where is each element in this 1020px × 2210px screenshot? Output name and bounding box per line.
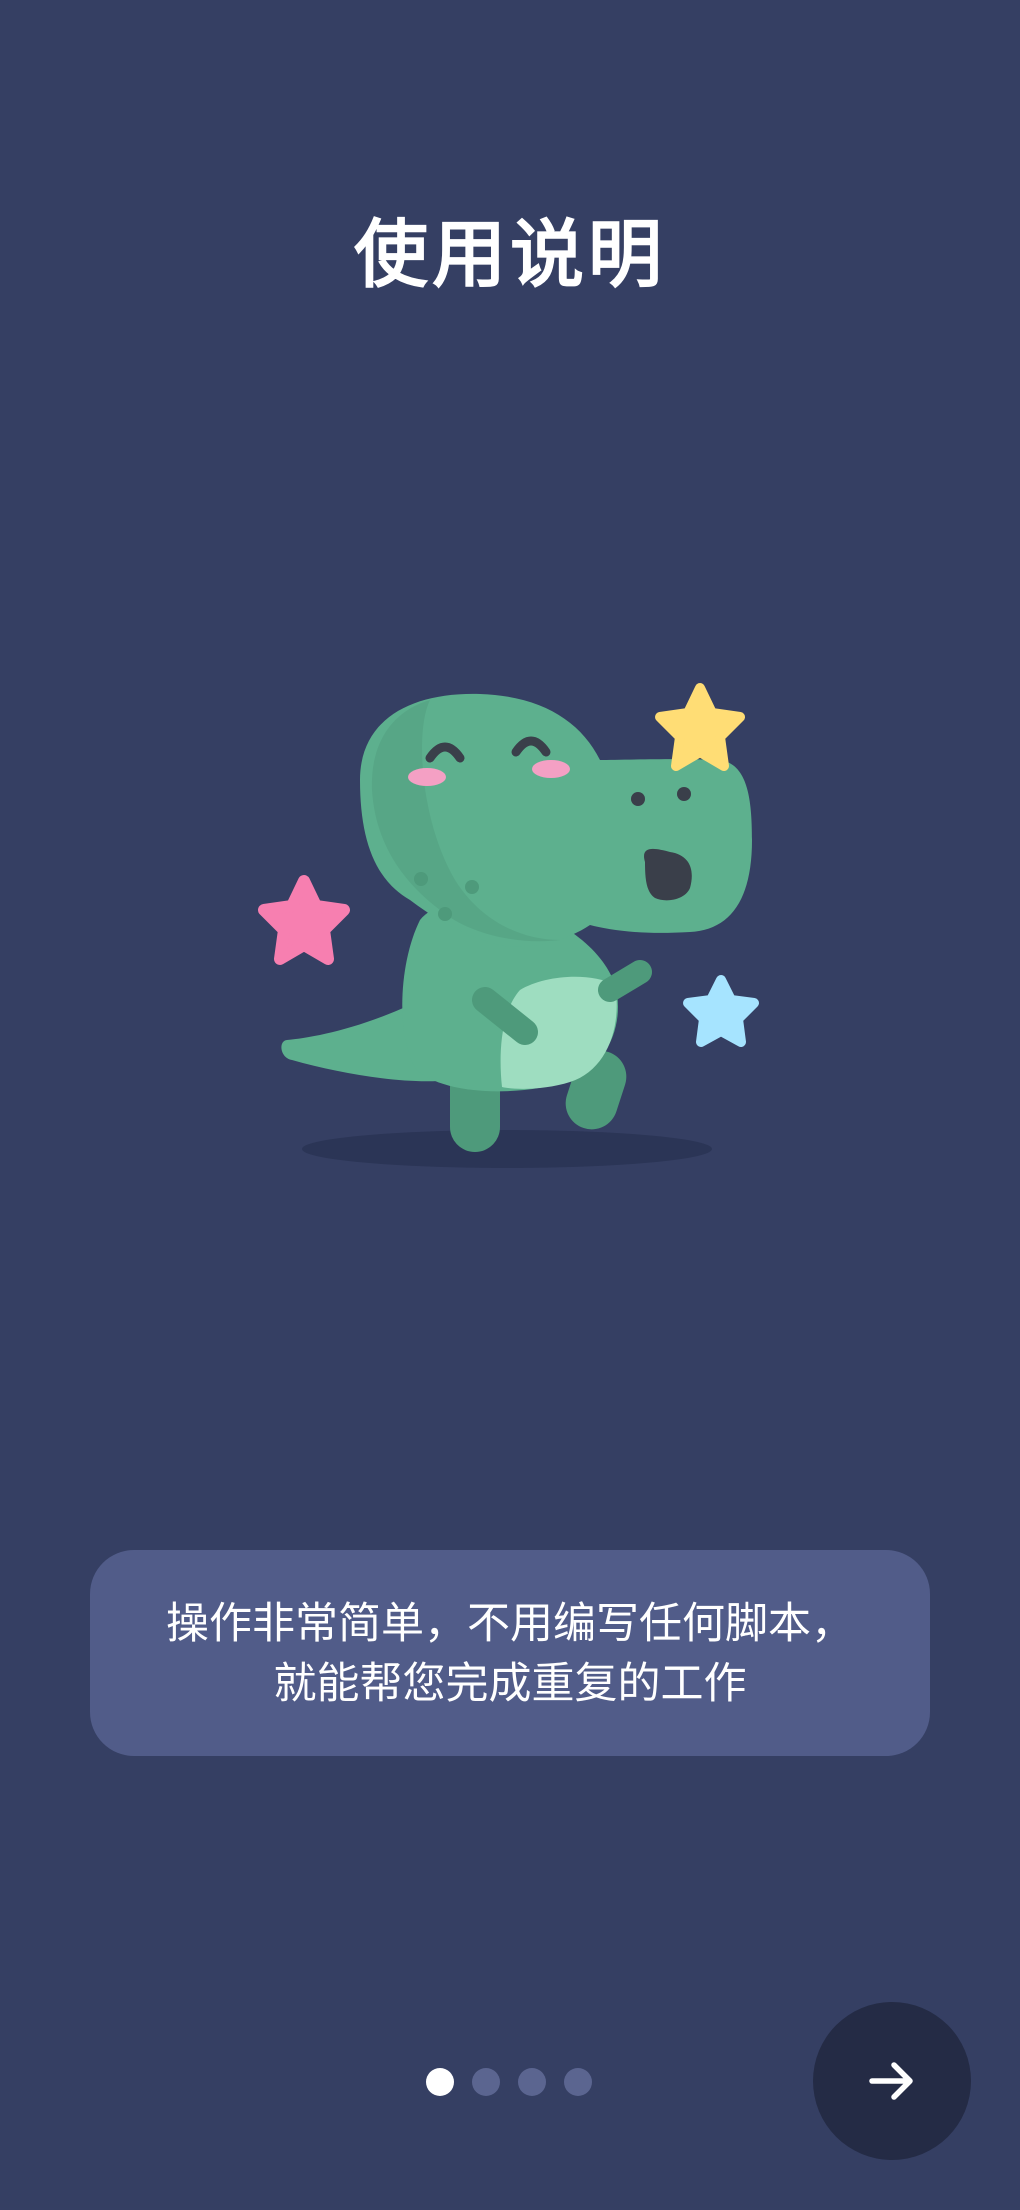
dino-cheek-left <box>408 768 446 786</box>
page-dot-1[interactable] <box>426 2068 454 2096</box>
page-dot-2[interactable] <box>472 2068 500 2096</box>
arrow-right-icon <box>869 2062 913 2100</box>
star-pink-icon <box>258 875 350 965</box>
page-dot-3[interactable] <box>518 2068 546 2096</box>
info-card: 操作非常简单，不用编写任何脚本， 就能帮您完成重复的工作 <box>90 1550 930 1756</box>
ground-shadow <box>302 1130 712 1168</box>
star-blue-icon <box>683 975 759 1047</box>
dino-cheek-right <box>532 760 570 778</box>
info-text-line2: 就能帮您完成重复的工作 <box>273 1659 747 1709</box>
dino-arm-front <box>598 960 652 1002</box>
dinosaur-illustration <box>258 683 759 1168</box>
page-dot-4[interactable] <box>564 2068 592 2096</box>
page-title: 使用说明 <box>354 212 666 298</box>
next-button[interactable] <box>813 2002 971 2160</box>
info-text-line1: 操作非常简单，不用编写任何脚本， <box>166 1599 854 1649</box>
star-yellow-icon <box>655 683 745 771</box>
page-indicator <box>426 2068 592 2096</box>
